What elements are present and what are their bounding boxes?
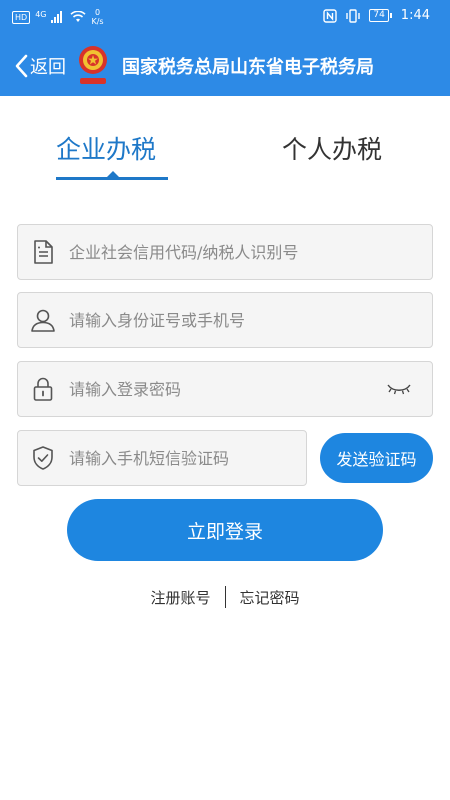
status-right: 74 1:44 [323,8,430,23]
clock: 1:44 [400,8,430,23]
top-bar: HD 4G 0 K/s 74 1:44 返回 国家税务总局山东省电子税务局 [0,0,450,96]
back-button[interactable]: 返回 [14,53,66,79]
tab-bar: 企业办税 个人办税 [0,130,450,190]
id-phone-input[interactable] [69,310,432,330]
tab-enterprise[interactable]: 企业办税 [56,130,156,166]
hd-badge: HD [12,10,31,24]
signal-icon [51,11,63,23]
sms-code-input[interactable] [69,448,306,468]
status-bar: HD 4G 0 K/s 74 1:44 [0,0,450,34]
forgot-password-link[interactable]: 忘记密码 [240,587,300,608]
password-field[interactable] [17,361,433,417]
nfc-icon [323,8,338,23]
nav-bar: 返回 国家税务总局山东省电子税务局 [0,40,450,92]
sms-code-field[interactable] [17,430,307,486]
register-link[interactable]: 注册账号 [150,587,210,608]
speed-value: 0 [94,8,101,17]
tax-emblem-icon [79,46,107,84]
tab-active-caret [107,171,119,177]
eye-closed-icon[interactable] [386,381,412,397]
send-code-button[interactable]: 发送验证码 [320,433,433,483]
document-icon [34,240,53,264]
account-links: 注册账号 忘记密码 [0,586,450,608]
vibrate-icon [346,8,361,23]
battery-indicator: 74 [369,9,393,22]
back-label: 返回 [30,57,66,78]
page-title: 国家税务总局山东省电子税务局 [122,57,374,78]
tab-personal[interactable]: 个人办税 [282,130,382,166]
password-input[interactable] [69,379,386,399]
shield-icon [33,446,53,470]
id-phone-field[interactable] [17,292,433,348]
chevron-left-icon [15,54,28,78]
speed-unit: K/s [91,17,104,26]
user-icon [31,309,55,332]
status-left: HD 4G 0 K/s [12,8,104,26]
network-speed: 0 K/s [91,8,103,26]
login-button[interactable]: 立即登录 [67,499,383,561]
wifi-icon [70,11,87,22]
tab-active-underline [56,177,168,180]
lock-icon [33,377,53,401]
network-type: 4G [35,9,47,19]
credit-code-field[interactable] [17,224,433,280]
link-divider [224,586,226,608]
credit-code-input[interactable] [69,242,432,262]
